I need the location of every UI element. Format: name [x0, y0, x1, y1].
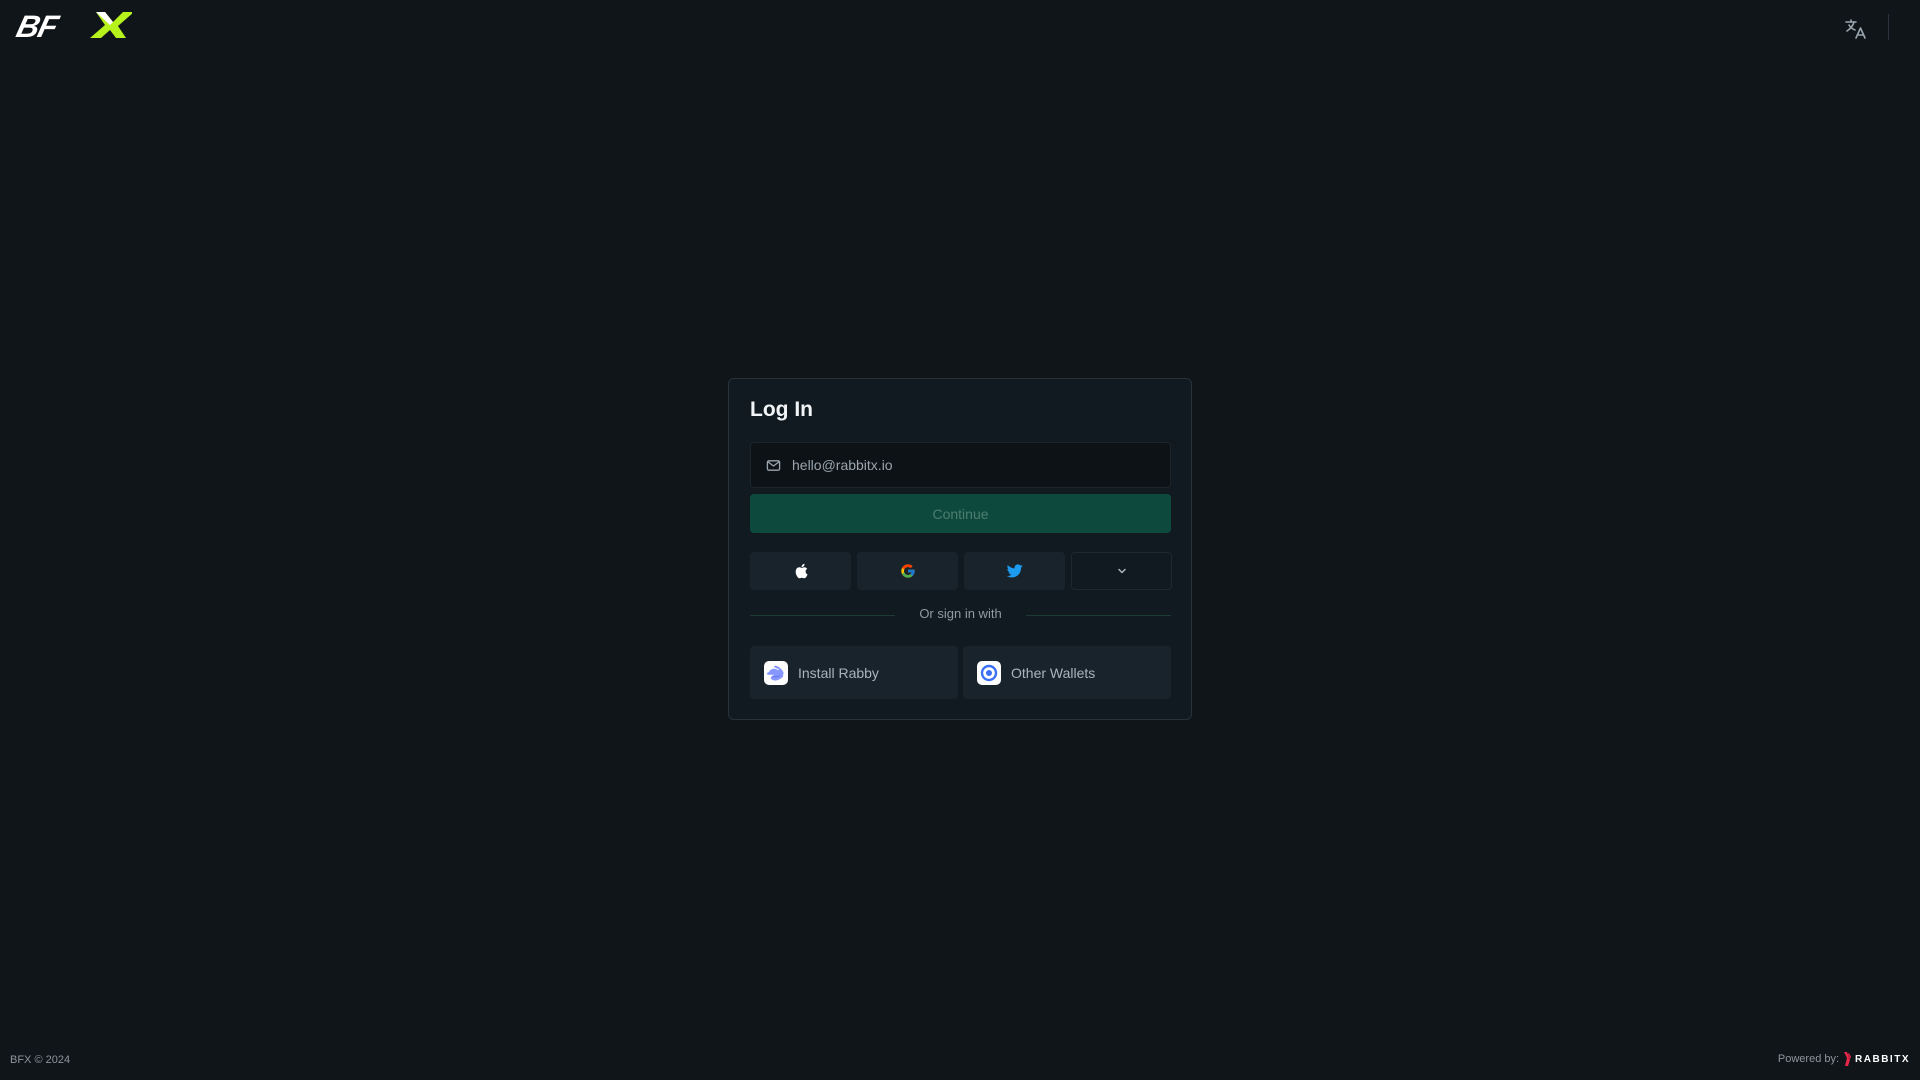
rabbitx-wordmark: RABBITX — [1855, 1053, 1910, 1065]
install-rabby-button[interactable]: Install Rabby — [750, 646, 958, 699]
twitter-icon — [1006, 564, 1023, 578]
login-card: Log In Continue — [728, 378, 1192, 720]
rabbitx-logo[interactable]: RABBITX — [1843, 1052, 1910, 1066]
divider-text: Or sign in with — [919, 606, 1002, 621]
google-login-button[interactable] — [857, 552, 958, 590]
mail-icon — [766, 459, 781, 471]
chevron-down-icon — [1117, 568, 1126, 574]
footer-powered-by: Powered by: RABBITX — [1778, 1052, 1910, 1066]
more-providers-button[interactable] — [1071, 552, 1172, 590]
install-rabby-label: Install Rabby — [798, 664, 879, 681]
divider-line-right — [1026, 615, 1171, 616]
email-field[interactable] — [750, 442, 1171, 488]
rabby-icon — [764, 660, 788, 685]
footer-copyright: BFX © 2024 — [10, 1054, 71, 1066]
header-divider — [1888, 14, 1889, 40]
apple-login-button[interactable] — [750, 552, 851, 590]
bfx-logo[interactable]: BF — [12, 8, 134, 44]
translate-icon — [1845, 19, 1866, 39]
login-title: Log In — [750, 398, 813, 421]
wallet-ring-icon — [977, 660, 1001, 685]
svg-text:BF: BF — [13, 9, 63, 42]
twitter-login-button[interactable] — [964, 552, 1065, 590]
language-button[interactable] — [1841, 14, 1871, 44]
powered-by-label: Powered by: — [1777, 1053, 1840, 1065]
google-icon — [900, 564, 915, 578]
continue-button[interactable]: Continue — [750, 494, 1171, 533]
social-login-row — [750, 552, 1172, 590]
rabbit-icon — [1844, 1052, 1852, 1066]
top-bar: BF — [0, 0, 1920, 54]
apple-icon — [795, 563, 807, 579]
other-wallets-label: Other Wallets — [1011, 664, 1096, 681]
or-sign-in-divider: Or sign in with — [750, 605, 1171, 625]
email-input[interactable] — [790, 456, 1150, 474]
other-wallets-button[interactable]: Other Wallets — [963, 646, 1171, 699]
